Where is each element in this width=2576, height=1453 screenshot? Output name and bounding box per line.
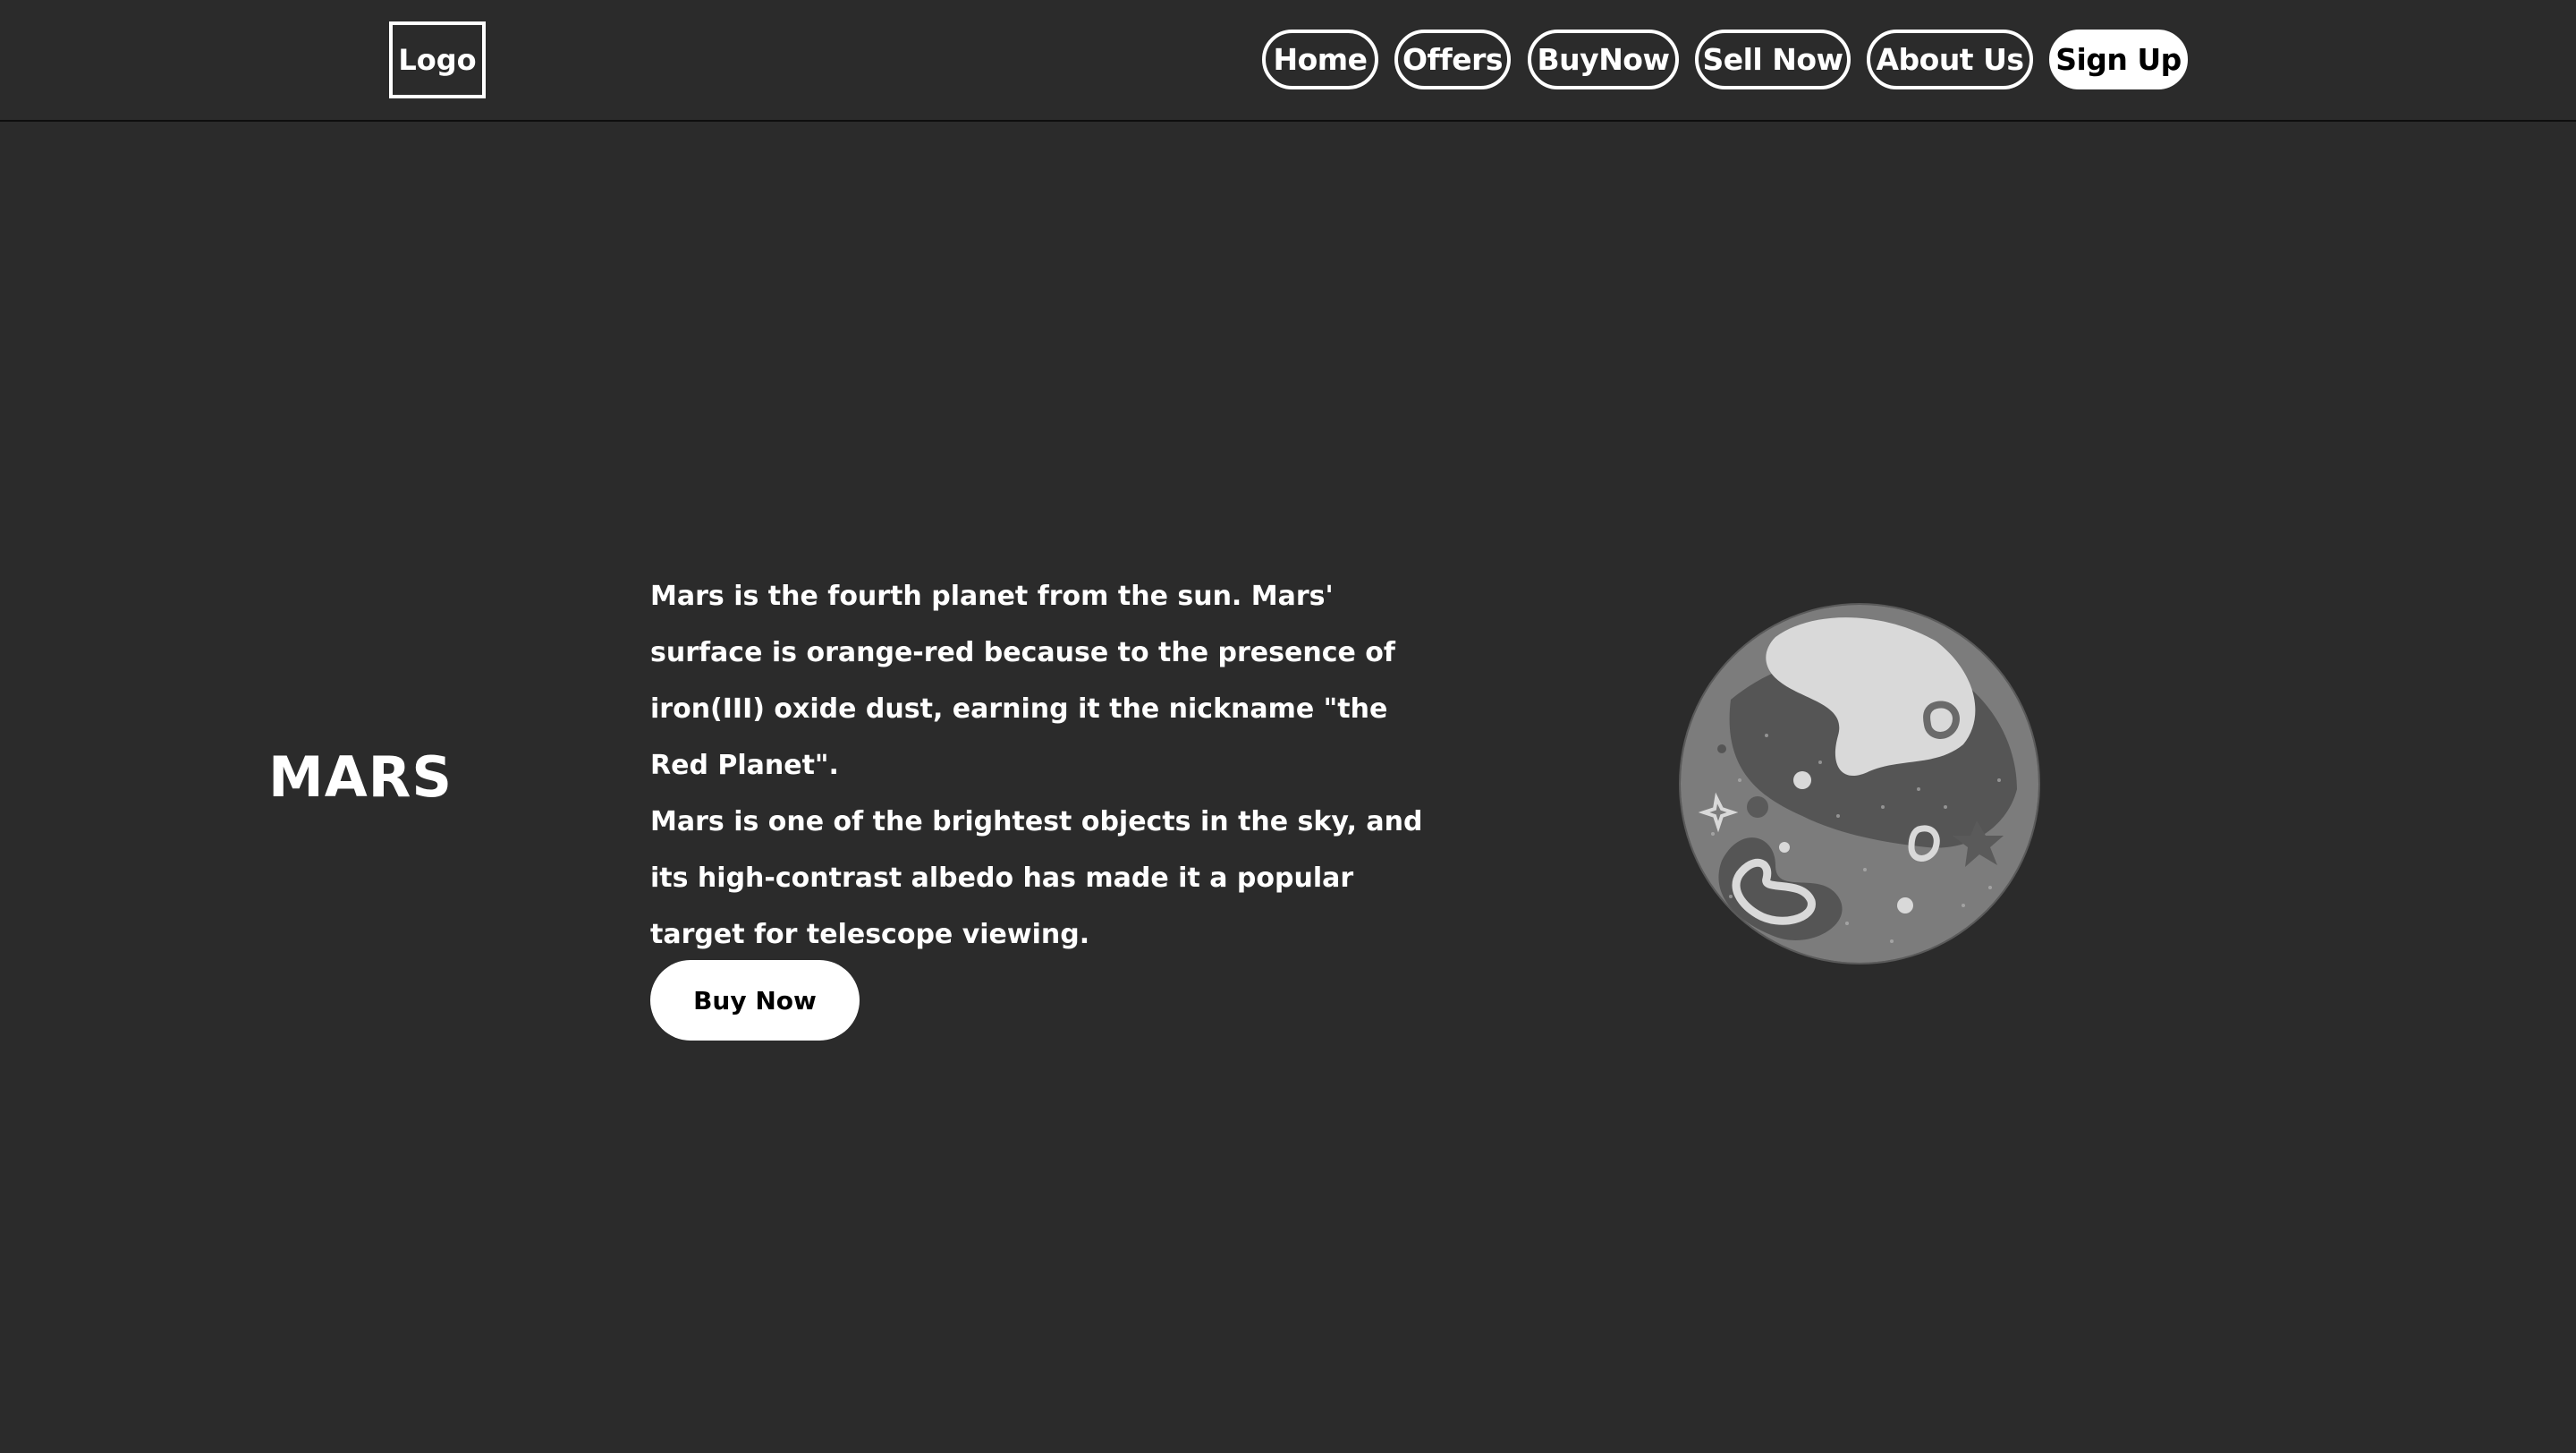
mars-planet-icon [1679, 603, 2040, 964]
description-paragraph-2: Mars is one of the brightest objects in … [650, 806, 1423, 950]
page-title: MARS [268, 744, 453, 810]
nav-buynow-button[interactable]: BuyNow [1528, 30, 1679, 89]
description: Mars is the fourth planet from the sun. … [650, 568, 1437, 963]
nav-home-button[interactable]: Home [1262, 30, 1378, 89]
buy-now-button[interactable]: Buy Now [650, 960, 860, 1041]
site-header: Logo Home Offers BuyNow Sell Now About U… [0, 0, 2576, 122]
nav-about-us-button[interactable]: About Us [1867, 30, 2033, 89]
description-paragraph-1: Mars is the fourth planet from the sun. … [650, 581, 1395, 781]
nav-sell-now-button[interactable]: Sell Now [1695, 30, 1851, 89]
nav-offers-button[interactable]: Offers [1394, 30, 1511, 89]
nav-sign-up-button[interactable]: Sign Up [2049, 30, 2188, 89]
logo[interactable]: Logo [389, 21, 486, 98]
